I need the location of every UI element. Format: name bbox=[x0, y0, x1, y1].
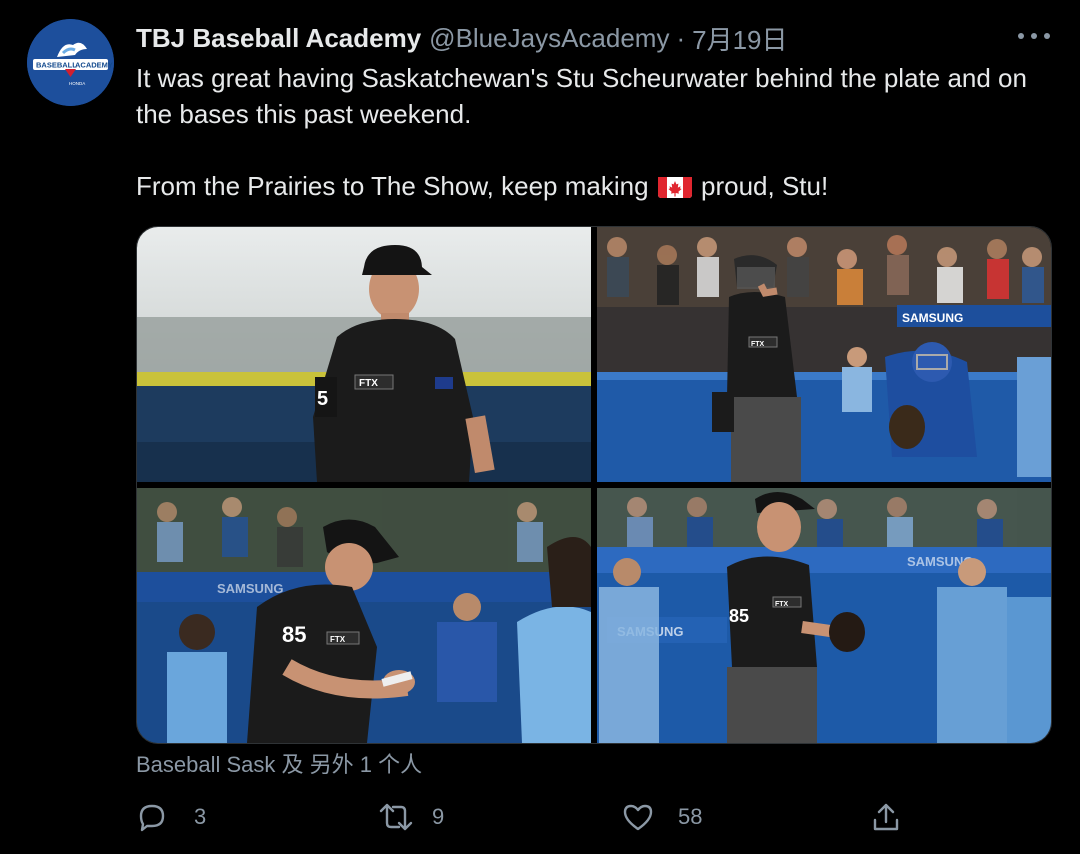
header-separator: · bbox=[676, 22, 686, 53]
avatar-text-sponsor: HONDA bbox=[69, 81, 85, 86]
tweet-text-line2-end: proud, Stu! bbox=[701, 171, 829, 201]
chest-logo: FTX bbox=[775, 601, 789, 608]
avatar-text-academy: ACADEMY bbox=[75, 61, 113, 70]
retweet-button[interactable]: 9 bbox=[378, 795, 444, 839]
reply-count: 3 bbox=[194, 804, 207, 829]
like-icon bbox=[623, 804, 653, 831]
tagged-users-text[interactable]: Baseball Sask 及 另外 1 个人 bbox=[136, 747, 422, 779]
reply-button[interactable]: 3 bbox=[136, 795, 206, 839]
photo-umpire-writing[interactable]: SAMSUNG 85 FTX bbox=[137, 488, 591, 743]
media-grid[interactable]: 5 FTX SAMSUNG FTX SAMSUNG 85 FTX SAMSUNG… bbox=[136, 226, 1052, 744]
tweet-text: It was great having Saskatchewan's Stu S… bbox=[136, 60, 1066, 204]
tweet-text-line1: It was great having Saskatchewan's Stu S… bbox=[136, 63, 1027, 129]
chest-logo: FTX bbox=[751, 341, 765, 348]
photo-umpire-portrait[interactable]: 5 FTX bbox=[137, 227, 591, 482]
user-handle[interactable]: @BlueJaysAcademy bbox=[429, 23, 669, 54]
chest-logo: FTX bbox=[359, 378, 378, 389]
sleeve-number: 85 bbox=[729, 606, 749, 626]
avatar-text-baseball: BASEBALL bbox=[36, 61, 77, 70]
retweet-icon bbox=[379, 803, 413, 831]
share-button[interactable] bbox=[870, 795, 902, 839]
wall-ad: SAMSUNG bbox=[902, 311, 963, 325]
tagged-users[interactable]: Baseball Sask 及 另外 1 个人 bbox=[136, 746, 422, 780]
action-bar: 3 9 58 bbox=[136, 795, 916, 839]
canada-flag-icon bbox=[657, 174, 692, 198]
sleeve-number: 5 bbox=[317, 388, 328, 410]
display-name[interactable]: TBJ Baseball Academy bbox=[136, 23, 421, 54]
tweet-header: TBJ Baseball Academy @BlueJaysAcademy · … bbox=[136, 20, 788, 56]
chest-logo: FTX bbox=[330, 635, 346, 644]
avatar[interactable]: BASEBALL ACADEMY HONDA bbox=[27, 19, 114, 106]
share-icon bbox=[873, 803, 899, 831]
photo-umpire-smiling[interactable]: SAMSUNG SAMSUNG 85 FTX bbox=[597, 488, 1051, 743]
academy-logo: BASEBALL ACADEMY HONDA bbox=[27, 19, 114, 106]
tweet[interactable]: BASEBALL ACADEMY HONDA TBJ Baseball Acad… bbox=[0, 0, 1080, 854]
more-options-icon[interactable] bbox=[1018, 24, 1050, 48]
tweet-date[interactable]: 7月19日 bbox=[692, 20, 787, 57]
photo-umpire-pointing[interactable]: SAMSUNG FTX bbox=[597, 227, 1051, 482]
tweet-text-line2: From the Prairies to The Show, keep maki… bbox=[136, 168, 1066, 204]
retweet-count: 9 bbox=[432, 804, 445, 829]
sleeve-number: 85 bbox=[282, 622, 306, 647]
like-button[interactable]: 58 bbox=[622, 795, 702, 839]
tweet-text-line2-start: From the Prairies to The Show, keep maki… bbox=[136, 171, 649, 201]
wall-ad: SAMSUNG bbox=[217, 581, 283, 596]
like-count: 58 bbox=[678, 804, 703, 829]
reply-icon bbox=[139, 804, 165, 832]
